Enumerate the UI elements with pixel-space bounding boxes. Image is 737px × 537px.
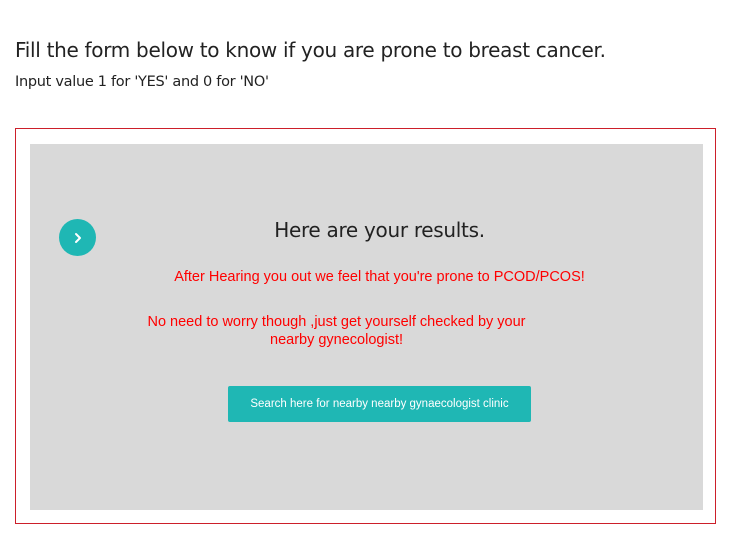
search-clinic-button[interactable]: Search here for nearby nearby gynaecolog… <box>228 386 531 422</box>
page-title: Fill the form below to know if you are p… <box>15 38 606 62</box>
result-message-secondary: No need to worry though ,just get yourse… <box>147 314 526 348</box>
result-panel: Here are your results. After Hearing you… <box>30 144 703 510</box>
result-frame: Here are your results. After Hearing you… <box>15 128 716 524</box>
results-heading: Here are your results. <box>274 218 485 242</box>
result-message-primary: After Hearing you out we feel that you'r… <box>174 269 585 285</box>
page-subtitle: Input value 1 for 'YES' and 0 for 'NO' <box>15 74 269 90</box>
